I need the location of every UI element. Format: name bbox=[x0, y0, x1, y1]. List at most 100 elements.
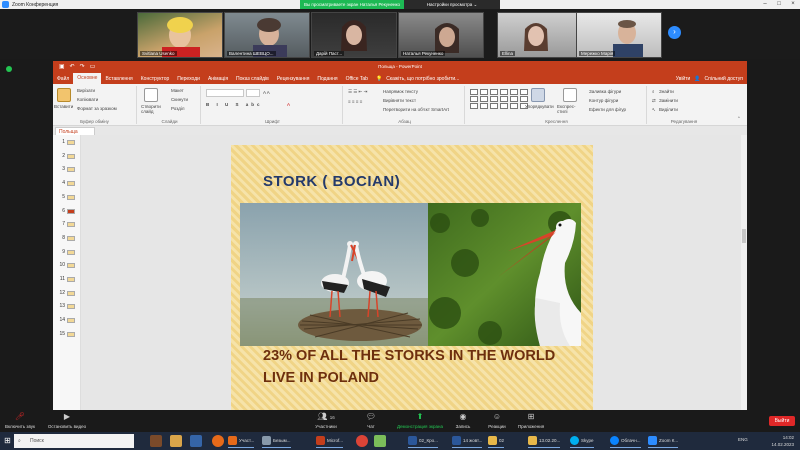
slide-thumbnail-preview[interactable] bbox=[67, 304, 75, 310]
tab-slideshow[interactable]: Показ слайдів bbox=[232, 76, 273, 82]
slide-thumbnail-preview[interactable] bbox=[67, 140, 75, 145]
shape-fill-button[interactable]: Заливка фігури bbox=[589, 89, 621, 94]
slide-thumbnail-preview[interactable] bbox=[67, 181, 75, 187]
taskbar-app[interactable]: Участ... bbox=[228, 434, 255, 448]
quick-styles-icon[interactable] bbox=[563, 88, 577, 102]
smartart-button[interactable]: Перетворити на об'єкт SmartArt bbox=[383, 107, 449, 112]
keyboard-language[interactable]: ENG bbox=[738, 437, 748, 442]
quick-styles-button[interactable]: Експрес-стилі bbox=[557, 104, 585, 114]
font-size-input[interactable] bbox=[246, 89, 260, 97]
tab-animations[interactable]: Анімація bbox=[204, 76, 232, 82]
taskbar-app[interactable]: Облачн... bbox=[610, 434, 641, 448]
participant-tile[interactable]: Валентина ШЕВЦО... bbox=[224, 12, 310, 58]
tell-me-input[interactable]: Скажіть, що потрібно зробити... bbox=[386, 76, 463, 82]
participant-tile[interactable]: Мережко Марія bbox=[576, 12, 662, 58]
taskbar-app[interactable]: Zoom К... bbox=[648, 434, 679, 448]
tab-insert[interactable]: Вставлення bbox=[101, 76, 136, 82]
apps-button[interactable]: ⊞ Приложения bbox=[506, 412, 556, 429]
edge-icon[interactable] bbox=[190, 435, 202, 447]
participant-tile[interactable]: Ellina bbox=[497, 12, 583, 58]
slide-thumbnail-preview[interactable] bbox=[67, 318, 75, 324]
participant-tile[interactable]: Svitlana Usenko bbox=[137, 12, 223, 58]
current-slide[interactable]: STORK ( BOCIAN) 23% OF ALL THE STORKS IN… bbox=[231, 145, 593, 410]
slide-thumbnail[interactable]: 2 bbox=[55, 152, 79, 161]
unmute-button[interactable]: 🎤︎ Включить звук bbox=[0, 412, 45, 429]
tab-home[interactable]: Основне bbox=[73, 73, 102, 84]
taskbar-app[interactable]: 02 bbox=[488, 434, 505, 448]
taskbar-app[interactable]: Безым... bbox=[262, 434, 291, 448]
format-painter-button[interactable]: Формат за зразком bbox=[77, 106, 117, 111]
slide-thumbnail-preview[interactable] bbox=[67, 290, 75, 296]
sign-in-link[interactable]: Увійти bbox=[672, 76, 695, 82]
new-slide-icon[interactable] bbox=[144, 88, 158, 102]
tab-file[interactable]: Файл bbox=[53, 76, 73, 82]
collapse-ribbon-icon[interactable]: ⌃ bbox=[737, 116, 741, 122]
slide-thumbnail[interactable]: 7 bbox=[55, 220, 79, 229]
layout-button[interactable]: Макет bbox=[171, 88, 184, 93]
view-options-button[interactable]: Настройки просмотра ⌄ bbox=[404, 0, 500, 9]
bullets-icon[interactable]: ☰ ☰ ⇤ ⇥ bbox=[348, 89, 367, 95]
slide-thumbnail-preview[interactable] bbox=[67, 222, 75, 228]
slide-thumbnail[interactable]: 1 bbox=[55, 138, 79, 147]
slide-thumbnail-preview[interactable] bbox=[67, 167, 75, 173]
arrange-button[interactable]: Упорядкувати bbox=[525, 104, 554, 109]
task-view-icon[interactable] bbox=[150, 435, 162, 447]
new-slide-button[interactable]: Створити слайд bbox=[141, 104, 165, 114]
replace-button[interactable]: Замінити bbox=[659, 98, 678, 103]
slide-thumbnail-preview[interactable] bbox=[67, 331, 75, 337]
tab-view[interactable]: Подання bbox=[313, 76, 341, 82]
tab-office-tab[interactable]: Office Tab bbox=[342, 76, 372, 82]
paste-button[interactable]: Вставити bbox=[54, 104, 73, 109]
font-color-icon[interactable]: A bbox=[287, 102, 290, 107]
slide-thumbnail[interactable]: 11 bbox=[55, 275, 79, 284]
participant-tile[interactable]: Наталья Рекуненко bbox=[398, 12, 484, 58]
taskbar-app[interactable]: 13.02.20... bbox=[528, 434, 561, 448]
taskbar-app[interactable]: 14 жовт... bbox=[452, 434, 483, 448]
taskbar-search[interactable]: ⌕ Поиск bbox=[14, 434, 134, 448]
slide-thumbnail-preview[interactable] bbox=[67, 153, 75, 159]
slide-thumbnail-preview[interactable] bbox=[67, 194, 75, 200]
slide-thumbnail[interactable]: 12 bbox=[55, 289, 79, 298]
share-button[interactable]: Спільний доступ bbox=[701, 76, 747, 82]
tab-design[interactable]: Конструктор bbox=[137, 76, 174, 82]
maximize-icon[interactable]: □ bbox=[772, 0, 786, 9]
cut-button[interactable]: Вирізати bbox=[77, 88, 95, 93]
slide-thumbnail-preview[interactable] bbox=[67, 208, 75, 214]
arrange-icon[interactable] bbox=[531, 88, 545, 102]
font-format-buttons[interactable]: B I U S abc bbox=[206, 102, 263, 107]
document-tab[interactable]: Польща bbox=[55, 127, 95, 135]
copy-button[interactable]: Копіювати bbox=[77, 97, 98, 102]
font-family-input[interactable] bbox=[206, 89, 244, 97]
app-icon[interactable] bbox=[374, 435, 386, 447]
leave-meeting-button[interactable]: Выйти bbox=[769, 416, 795, 426]
find-button[interactable]: Знайти bbox=[659, 89, 674, 94]
slide-thumbnail[interactable]: 8 bbox=[55, 234, 79, 243]
slide-thumbnail-preview[interactable] bbox=[67, 277, 75, 282]
slide-thumbnail[interactable]: 9 bbox=[55, 248, 79, 257]
font-grow-icon[interactable]: A A bbox=[263, 90, 270, 95]
slide-thumbnail[interactable]: 15 bbox=[55, 330, 79, 339]
slide-thumbnail[interactable]: 3 bbox=[55, 165, 79, 174]
slide-thumbnail-preview[interactable] bbox=[67, 235, 75, 241]
shape-outline-button[interactable]: Контур фігури bbox=[589, 98, 618, 103]
minimize-icon[interactable]: – bbox=[758, 0, 772, 9]
select-button[interactable]: Виділити bbox=[659, 107, 678, 112]
tab-transitions[interactable]: Переходи bbox=[173, 76, 204, 82]
shapes-gallery[interactable] bbox=[470, 89, 529, 109]
system-clock[interactable]: 14:02 14.02.2023 bbox=[771, 434, 794, 448]
slide-thumbnail[interactable]: 10 bbox=[55, 261, 79, 270]
close-icon[interactable]: × bbox=[786, 0, 800, 9]
section-button[interactable]: Розділ bbox=[171, 106, 184, 111]
windows-start-icon[interactable]: ⊞ bbox=[4, 436, 11, 445]
reset-button[interactable]: Скинути bbox=[171, 97, 188, 102]
firefox-icon[interactable] bbox=[212, 435, 224, 447]
slide-thumbnail[interactable]: 5 bbox=[55, 193, 79, 202]
participants-button[interactable]: 👥︎ 16 Участники bbox=[301, 412, 351, 429]
text-direction-button[interactable]: Напрямок тексту bbox=[383, 89, 418, 94]
slide-thumbnail[interactable]: 13 bbox=[55, 302, 79, 311]
taskbar-app[interactable]: Skype bbox=[570, 434, 594, 448]
slide-thumbnail[interactable]: 14 bbox=[55, 316, 79, 325]
align-icons[interactable]: ≡ ≡ ≡ ≡ bbox=[348, 99, 362, 104]
taskbar-app[interactable]: 02_Кро... bbox=[408, 434, 438, 448]
slide-thumbnail[interactable]: 4 bbox=[55, 179, 79, 188]
